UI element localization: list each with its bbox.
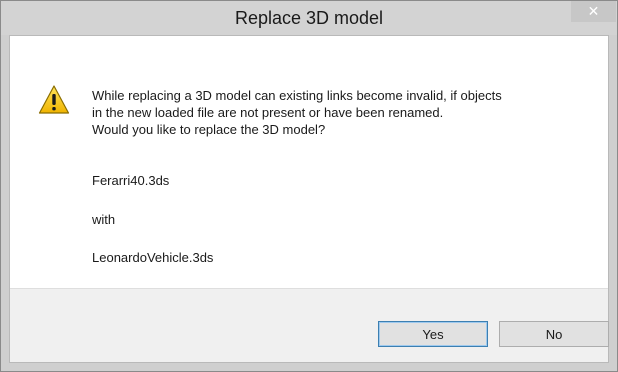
dialog-content: While replacing a 3D model can existing … bbox=[10, 36, 608, 288]
old-file-name: Ferarri40.3ds bbox=[92, 173, 170, 188]
yes-button[interactable]: Yes bbox=[378, 321, 488, 347]
message-line: While replacing a 3D model can existing … bbox=[92, 88, 502, 103]
close-button[interactable]: ✕ bbox=[571, 1, 616, 22]
replace-model-dialog: Replace 3D model ✕ While replacing a 3D … bbox=[0, 0, 618, 372]
dialog-footer: Yes No bbox=[10, 288, 609, 362]
message-line: Would you like to replace the 3D model? bbox=[92, 122, 326, 137]
dialog-message: While replacing a 3D model can existing … bbox=[92, 87, 597, 138]
warning-icon bbox=[38, 85, 70, 114]
title-bar[interactable]: Replace 3D model ✕ bbox=[1, 1, 617, 35]
dialog-client-area: While replacing a 3D model can existing … bbox=[9, 35, 609, 363]
close-icon: ✕ bbox=[587, 3, 600, 19]
message-line: in the new loaded file are not present o… bbox=[92, 105, 444, 120]
no-button[interactable]: No bbox=[499, 321, 609, 347]
new-file-name: LeonardoVehicle.3ds bbox=[92, 250, 214, 265]
connector-text: with bbox=[92, 212, 116, 227]
window-title: Replace 3D model bbox=[234, 8, 384, 28]
